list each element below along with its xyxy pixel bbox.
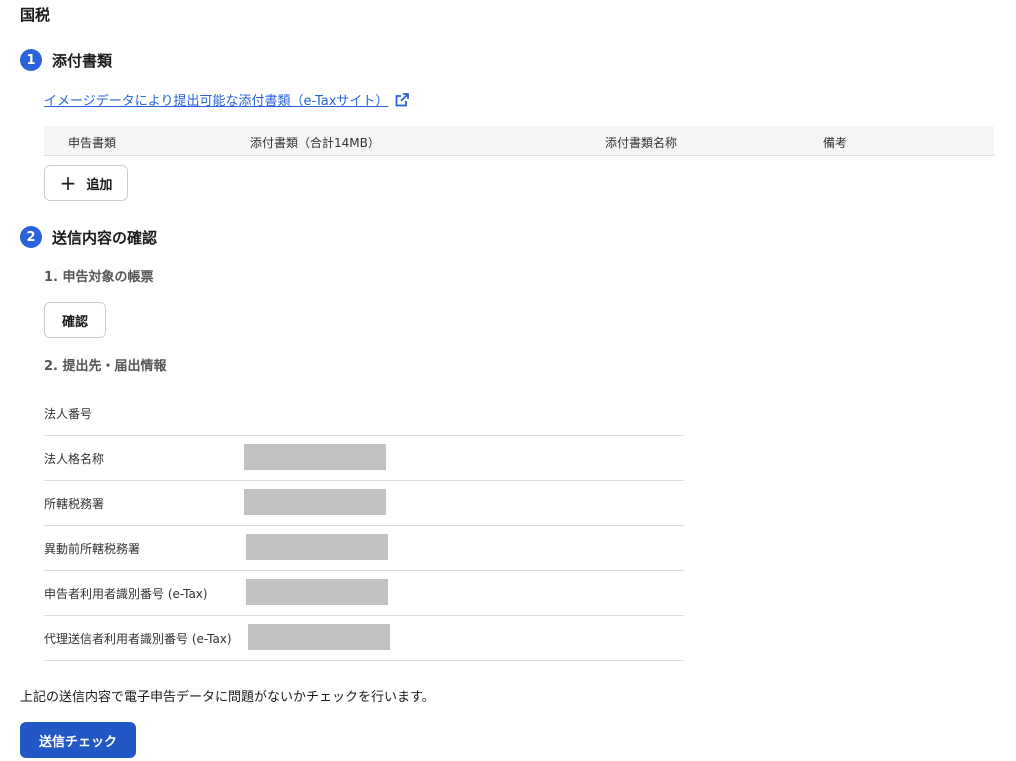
info-row-previous-tax-office: 異動前所轄税務署 [44,526,684,571]
step1-title: 添付書類 [52,51,113,70]
attachments-table-header: 申告書類 添付書類（合計14MB） 添付書類名称 備考 [44,126,994,156]
step1-number-badge: 1 [20,49,42,71]
step1-header: 1 添付書類 [20,49,112,71]
info-label: 異動前所轄税務署 [44,542,141,556]
redacted-value [244,489,386,515]
info-label: 代理送信者利用者識別番号 (e-Tax) [44,632,232,646]
info-label: 法人番号 [44,407,93,421]
col-header-attachment-name: 添付書類名称 [605,136,678,150]
attachments-table: 申告書類 添付書類（合計14MB） 添付書類名称 備考 [44,126,994,156]
target-forms-subheading: 1. 申告対象の帳票 [44,270,154,285]
info-label: 法人格名称 [44,452,105,466]
redacted-value [244,444,386,470]
col-header-remarks: 備考 [823,136,848,150]
page-title: 国税 [20,6,51,24]
redacted-value [246,579,388,605]
add-attachment-button[interactable]: + 追加 [44,165,128,201]
step2-title: 送信内容の確認 [52,228,158,247]
send-check-notice: 上記の送信内容で電子申告データに問題がないかチェックを行います。 [20,690,435,705]
info-row-corporate-name: 法人格名称 [44,436,684,481]
col-header-declaration: 申告書類 [68,136,117,150]
external-link-icon [396,92,410,106]
col-header-attachment: 添付書類（合計14MB） [250,136,380,150]
redacted-value [248,624,390,650]
info-row-proxy-user-id: 代理送信者利用者識別番号 (e-Tax) [44,616,684,661]
attachments-external-link[interactable]: イメージデータにより提出可能な添付書類（e-Taxサイト） [44,90,410,109]
info-row-tax-office: 所轄税務署 [44,481,684,526]
step2-header: 2 送信内容の確認 [20,226,157,248]
submission-info-table: 法人番号 法人格名称 所轄税務署 異動前所轄税務署 申告者利用者識別番号 (e-… [44,391,684,661]
confirm-button[interactable]: 確認 [44,302,106,338]
info-label: 所轄税務署 [44,497,105,511]
redacted-value [246,534,388,560]
info-row-corporate-number: 法人番号 [44,391,684,436]
info-row-filer-user-id: 申告者利用者識別番号 (e-Tax) [44,571,684,616]
step2-number-badge: 2 [20,226,42,248]
plus-icon: + [59,171,77,195]
add-button-label: 追加 [86,177,113,193]
send-check-button[interactable]: 送信チェック [20,722,136,758]
submission-info-subheading: 2. 提出先・届出情報 [44,359,167,374]
attachments-link-text: イメージデータにより提出可能な添付書類（e-Taxサイト） [44,94,389,109]
info-label: 申告者利用者識別番号 (e-Tax) [44,587,208,601]
